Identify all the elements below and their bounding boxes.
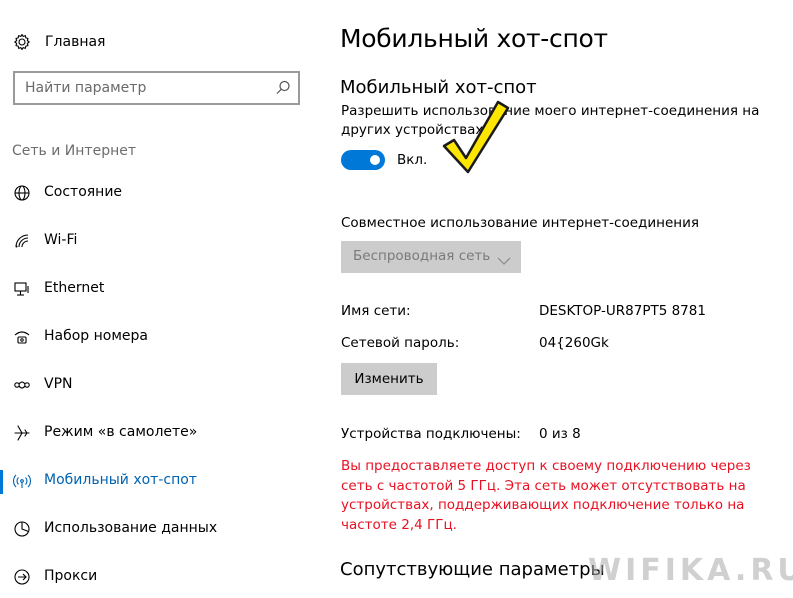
frequency-warning: Вы предоставляете доступ к своему подклю… bbox=[341, 458, 751, 533]
hotspot-toggle[interactable] bbox=[341, 150, 385, 170]
proxy-icon bbox=[12, 568, 32, 586]
chevron-down-icon bbox=[497, 251, 511, 270]
watermark-logo: WIFIKA.RU bbox=[588, 553, 793, 588]
related-settings-title: Сопутствующие параметры bbox=[340, 559, 605, 580]
edit-button[interactable]: Изменить bbox=[341, 363, 437, 395]
active-indicator bbox=[0, 470, 3, 494]
sidebar-item-label: Wi-Fi bbox=[44, 232, 78, 248]
sidebar-item-wifi[interactable]: Wi-Fi bbox=[0, 223, 310, 259]
network-name-label: Имя сети: bbox=[341, 303, 411, 319]
hotspot-icon bbox=[12, 472, 32, 490]
main-panel: Мобильный хот-спот Мобильный хот-спот Ра… bbox=[340, 0, 793, 598]
sidebar-item-vpn[interactable]: VPN bbox=[0, 367, 310, 403]
sidebar-item-ethernet[interactable]: Ethernet bbox=[0, 271, 310, 307]
wifi-icon bbox=[12, 232, 32, 250]
sidebar-item-airplane[interactable]: Режим «в самолете» bbox=[0, 415, 310, 451]
sidebar-item-label: VPN bbox=[44, 376, 73, 392]
sidebar-item-label: Ethernet bbox=[44, 280, 105, 296]
search-input[interactable] bbox=[25, 78, 265, 98]
vpn-icon bbox=[12, 376, 32, 394]
sidebar-item-data-usage[interactable]: Использование данных bbox=[0, 511, 310, 547]
sidebar-item-dialup[interactable]: Набор номера bbox=[0, 319, 310, 355]
globe-icon bbox=[12, 184, 32, 202]
sidebar-item-mobile-hotspot[interactable]: Мобильный хот-спот bbox=[0, 463, 310, 499]
toggle-state-label: Вкл. bbox=[397, 152, 428, 168]
sidebar-item-label: Мобильный хот-спот bbox=[44, 472, 197, 488]
sidebar-section-title: Сеть и Интернет bbox=[12, 143, 136, 159]
share-from-value: Беспроводная сеть bbox=[353, 248, 491, 264]
password-label: Сетевой пароль: bbox=[341, 335, 460, 351]
devices-value: 0 из 8 bbox=[539, 426, 581, 442]
toggle-knob bbox=[370, 155, 380, 165]
ethernet-icon bbox=[12, 280, 32, 298]
sidebar-item-status[interactable]: Состояние bbox=[0, 175, 310, 211]
dialup-icon bbox=[12, 328, 32, 346]
search-icon[interactable] bbox=[274, 79, 292, 97]
sidebar: Главная Сеть и Интернет Состояние Wi-Fi … bbox=[0, 0, 320, 598]
sidebar-item-label: Режим «в самолете» bbox=[44, 424, 198, 440]
page-title: Мобильный хот-спот bbox=[340, 24, 608, 53]
sidebar-item-proxy[interactable]: Прокси bbox=[0, 559, 310, 595]
gear-icon bbox=[12, 32, 32, 52]
share-from-dropdown[interactable]: Беспроводная сеть bbox=[341, 241, 521, 273]
sidebar-item-label: Набор номера bbox=[44, 328, 149, 344]
sidebar-item-label: Прокси bbox=[44, 568, 98, 584]
sidebar-home-label: Главная bbox=[45, 34, 106, 50]
sidebar-item-label: Состояние bbox=[44, 184, 123, 200]
checkmark-icon bbox=[442, 100, 510, 174]
devices-label: Устройства подключены: bbox=[341, 426, 521, 442]
airplane-icon bbox=[12, 424, 32, 442]
share-description: Разрешить использование моего интернет-с… bbox=[341, 103, 760, 138]
password-value: 04{260Gk bbox=[539, 335, 609, 351]
share-from-label: Совместное использование интернет-соедин… bbox=[341, 215, 699, 231]
sidebar-home[interactable]: Главная bbox=[12, 30, 105, 54]
section-subtitle: Мобильный хот-спот bbox=[340, 77, 537, 98]
network-name-value: DESKTOP-UR87PT5 8781 bbox=[539, 303, 706, 319]
search-box bbox=[13, 71, 300, 105]
sidebar-item-label: Использование данных bbox=[44, 520, 218, 536]
data-usage-icon bbox=[12, 520, 32, 538]
